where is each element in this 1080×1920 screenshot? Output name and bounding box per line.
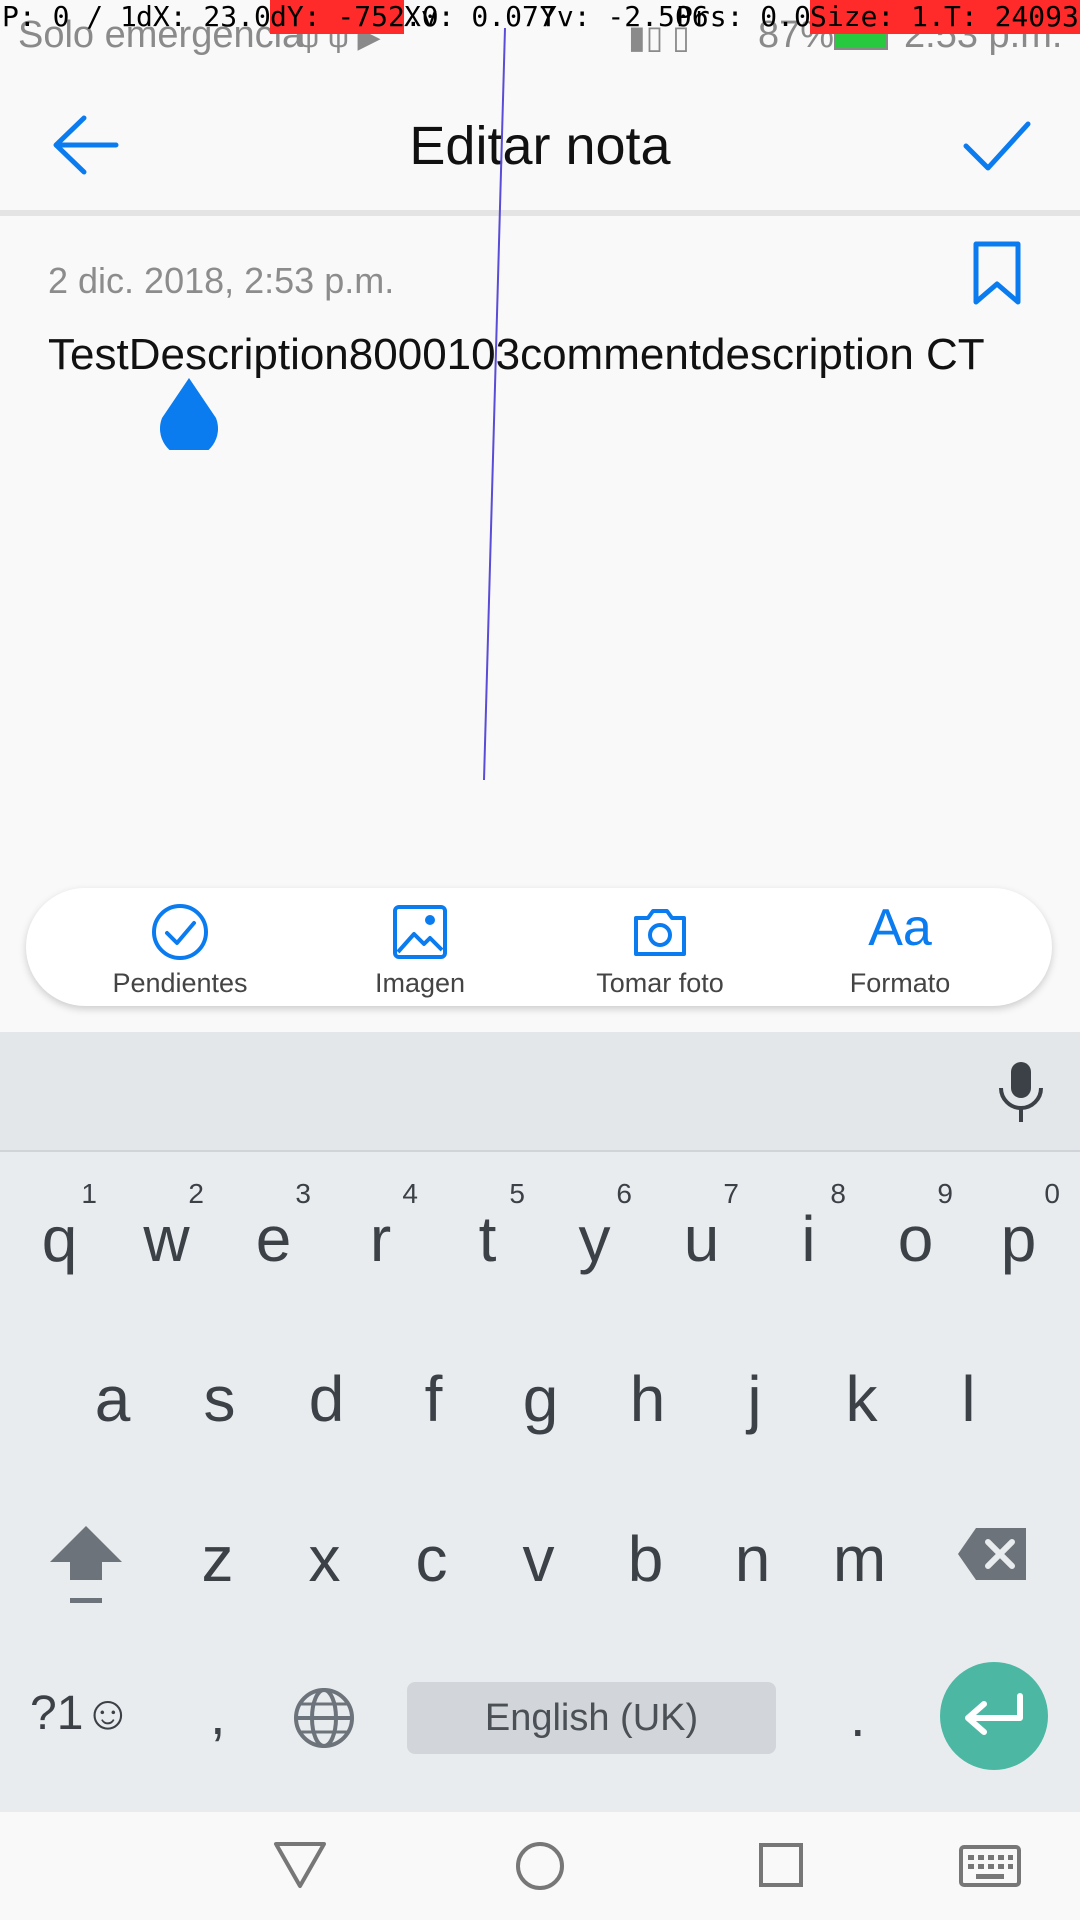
key-v[interactable]: v	[485, 1522, 592, 1596]
microphone-icon[interactable]	[990, 1060, 1052, 1124]
nav-home-icon[interactable]	[514, 1840, 566, 1892]
symbols-key[interactable]: ?1☺	[30, 1686, 132, 1741]
shift-key[interactable]	[46, 1522, 126, 1606]
key-u[interactable]: u	[648, 1202, 755, 1276]
key-o[interactable]: o	[862, 1202, 969, 1276]
key-i[interactable]: i	[755, 1202, 862, 1276]
formato-label: Formato	[849, 968, 951, 998]
backspace-key[interactable]	[956, 1526, 1030, 1582]
debug-pointer: P: 0 / 1	[2, 0, 137, 33]
key-y[interactable]: y	[541, 1202, 648, 1276]
page-title: Editar nota	[409, 116, 671, 176]
tomar-foto-button[interactable]: Tomar foto	[540, 888, 780, 1006]
keyboard-suggestion-strip	[0, 1032, 1080, 1152]
check-icon[interactable]	[956, 108, 1036, 182]
pendientes-label: Pendientes	[112, 968, 248, 998]
key-t[interactable]: t	[434, 1202, 541, 1276]
key-f[interactable]: f	[380, 1362, 487, 1436]
text-cursor-handle[interactable]	[158, 378, 220, 458]
key-g[interactable]: g	[487, 1362, 594, 1436]
key-l[interactable]: l	[915, 1362, 1022, 1436]
key-w[interactable]: w	[113, 1202, 220, 1276]
key-p[interactable]: p	[965, 1202, 1072, 1276]
key-b[interactable]: b	[592, 1522, 699, 1596]
key-j[interactable]: j	[701, 1362, 808, 1436]
key-c[interactable]: c	[378, 1522, 485, 1596]
key-s[interactable]: s	[166, 1362, 273, 1436]
key-m[interactable]: m	[806, 1522, 913, 1596]
bookmark-icon[interactable]	[966, 240, 1028, 306]
shift-arrow-icon	[50, 1526, 122, 1603]
key-r[interactable]: r	[327, 1202, 434, 1276]
image-icon	[393, 905, 447, 959]
nav-back-icon[interactable]	[272, 1840, 328, 1890]
enter-key[interactable]	[940, 1662, 1048, 1770]
debug-size: Size: 1.0	[810, 0, 962, 34]
check-circle-icon	[152, 904, 208, 960]
backspace-icon	[958, 1528, 1026, 1580]
key-d[interactable]: d	[273, 1362, 380, 1436]
pointer-debug-overlay: P: 0 / 1 dX: 23.0 dY: -752.0 Xv: 0.077 Y…	[0, 0, 1080, 34]
tomar-foto-label: Tomar foto	[596, 968, 724, 998]
key-x[interactable]: x	[271, 1522, 378, 1596]
debug-xv: Xv: 0.077	[404, 0, 556, 33]
period-key[interactable]: .	[850, 1684, 866, 1749]
note-date: 2 dic. 2018, 2:53 p.m.	[48, 260, 395, 301]
note-body-text[interactable]: TestDescription8000103commentdescription…	[48, 330, 985, 380]
formato-button[interactable]: Aa Formato	[780, 888, 1020, 1006]
nav-keyboard-icon[interactable]	[958, 1844, 1022, 1888]
pendientes-button[interactable]: Pendientes	[60, 888, 300, 1006]
key-e[interactable]: e	[220, 1202, 327, 1276]
enter-arrow-icon	[965, 1693, 1023, 1735]
imagen-button[interactable]: Imagen	[300, 888, 540, 1006]
debug-dx: dX: 23.0	[136, 0, 271, 33]
key-z[interactable]: z	[164, 1522, 271, 1596]
imagen-label: Imagen	[374, 968, 466, 998]
key-q[interactable]: q	[6, 1202, 113, 1276]
debug-dy: dY: -752.0	[270, 0, 439, 34]
globe-icon[interactable]	[292, 1686, 356, 1750]
key-a[interactable]: a	[59, 1362, 166, 1436]
nav-recents-icon[interactable]	[758, 1842, 804, 1888]
key-h[interactable]: h	[594, 1362, 701, 1436]
key-k[interactable]: k	[808, 1362, 915, 1436]
header-divider	[0, 210, 1080, 216]
format-aa-icon: Aa	[868, 899, 932, 957]
note-toolbar: Pendientes Imagen Tomar foto Aa Formato	[26, 888, 1052, 1006]
key-n[interactable]: n	[699, 1522, 806, 1596]
debug-prs: Prs: 0.0	[676, 0, 811, 33]
comma-key[interactable]: ,	[210, 1682, 226, 1747]
space-bar[interactable]: English (UK)	[407, 1682, 776, 1754]
camera-icon	[634, 909, 686, 956]
debug-time: T: 240938	[944, 0, 1080, 34]
